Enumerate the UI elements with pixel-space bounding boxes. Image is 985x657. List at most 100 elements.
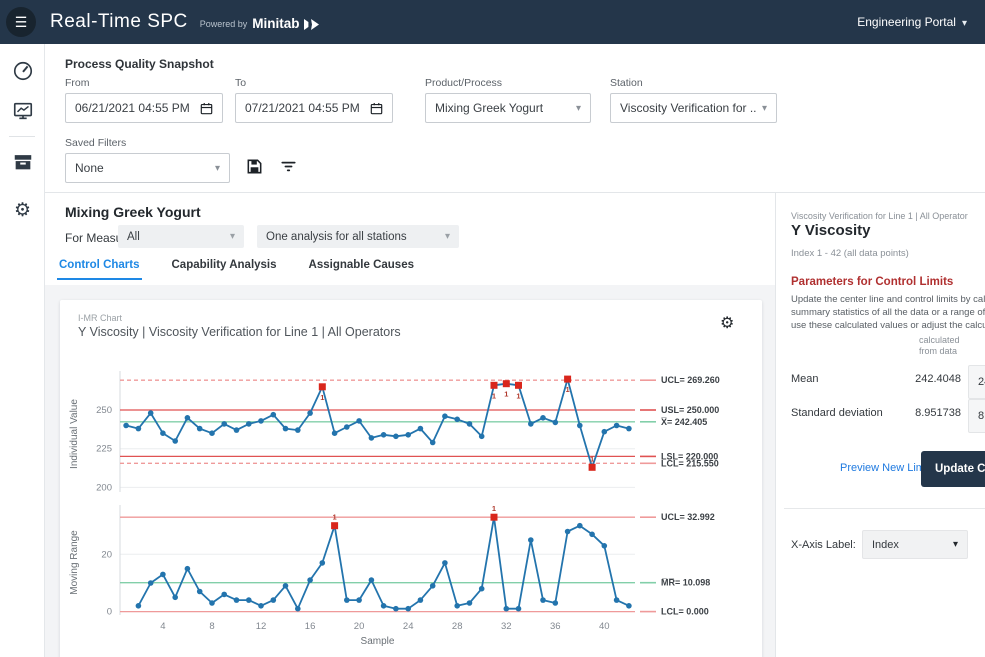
- svg-text:1: 1: [492, 504, 496, 513]
- filter-icon: [280, 158, 297, 175]
- saved-filters-value: None: [75, 161, 209, 175]
- svg-text:24: 24: [403, 621, 414, 632]
- product-process-value: Mixing Greek Yogurt: [435, 101, 570, 115]
- workspace-title: Mixing Greek Yogurt: [65, 204, 201, 220]
- chart-area-background: I-MR Chart Y Viscosity | Viscosity Verif…: [45, 285, 775, 657]
- calculated-from-data-header: calculated from data: [919, 335, 960, 357]
- gear-icon: ⚙: [14, 201, 31, 220]
- chevron-down-icon: ▾: [437, 231, 450, 242]
- product-process-select[interactable]: Mixing Greek Yogurt ▾: [425, 93, 591, 123]
- saved-filters-select[interactable]: None ▾: [65, 153, 230, 183]
- svg-text:1: 1: [590, 454, 594, 463]
- chevron-down-icon: ▾: [215, 163, 220, 174]
- mean-input[interactable]: 242.4048: [968, 365, 985, 399]
- svg-text:Moving Range: Moving Range: [69, 530, 80, 595]
- x-axis-label-select[interactable]: Index ▾: [862, 530, 968, 559]
- chart-settings-gear-icon[interactable]: ⚙: [720, 316, 734, 332]
- svg-text:4: 4: [160, 621, 165, 632]
- filter-bar: Process Quality Snapshot From 06/21/2021…: [45, 44, 985, 193]
- calendar-icon: [200, 102, 213, 115]
- save-icon: [246, 158, 263, 175]
- svg-text:Sample: Sample: [361, 636, 395, 647]
- svg-text:32: 32: [501, 621, 512, 632]
- minitab-logo-icon: [304, 19, 320, 30]
- to-label: To: [235, 77, 393, 89]
- powered-by-label: Powered by: [200, 19, 248, 29]
- x-axis-label-value: Index: [872, 539, 899, 551]
- chart-type-label: I-MR Chart: [78, 313, 122, 323]
- svg-text:M̅R̅= 10.098: M̅R̅= 10.098: [661, 578, 710, 588]
- measure-value: All: [127, 231, 140, 243]
- tab-bar: Control Charts Capability Analysis Assig…: [57, 255, 416, 280]
- params-description: Update the center line and control limit…: [791, 293, 985, 332]
- saved-filters-label: Saved Filters: [65, 137, 230, 149]
- left-icon-rail: ⚙: [0, 44, 45, 657]
- app-title: Real-Time SPC: [50, 11, 188, 33]
- from-date-input[interactable]: 06/21/2021 04:55 PM: [65, 93, 223, 123]
- svg-text:225: 225: [96, 444, 112, 455]
- sidebar-item-settings[interactable]: ⚙: [0, 195, 45, 225]
- from-label: From: [65, 77, 223, 89]
- svg-text:0: 0: [107, 607, 112, 618]
- panel-index-range: Index 1 - 42 (all data points): [791, 248, 909, 259]
- svg-text:12: 12: [256, 621, 267, 632]
- tab-capability-analysis[interactable]: Capability Analysis: [170, 255, 279, 280]
- svg-text:1: 1: [320, 393, 324, 402]
- filter-button[interactable]: [277, 155, 299, 177]
- svg-text:X̅= 242.405: X̅= 242.405: [661, 417, 707, 427]
- panel-measure-title: Y Viscosity: [791, 222, 871, 239]
- gauge-icon: [12, 60, 34, 82]
- station-select[interactable]: Viscosity Verification for ... ▾: [610, 93, 777, 123]
- svg-text:Individual Value: Individual Value: [69, 399, 80, 469]
- from-date-value: 06/21/2021 04:55 PM: [75, 101, 200, 115]
- tab-assignable-causes[interactable]: Assignable Causes: [307, 255, 416, 280]
- svg-text:8: 8: [209, 621, 214, 632]
- archive-box-icon: [12, 151, 34, 173]
- params-title: Parameters for Control Limits: [791, 276, 953, 288]
- rail-divider: [9, 136, 35, 137]
- svg-text:LCL= 215.550: LCL= 215.550: [661, 458, 719, 468]
- chevron-down-icon: ▾: [222, 231, 235, 242]
- svg-text:28: 28: [452, 621, 463, 632]
- svg-text:1: 1: [516, 391, 520, 400]
- hamburger-menu-icon[interactable]: ☰: [6, 7, 36, 37]
- mean-label: Mean: [791, 373, 819, 385]
- analysis-mode-select[interactable]: One analysis for all stations ▾: [257, 225, 459, 248]
- svg-text:20: 20: [101, 549, 112, 560]
- sidebar-item-reports[interactable]: [0, 96, 45, 126]
- svg-text:USL= 250.000: USL= 250.000: [661, 405, 719, 415]
- panel-divider: [784, 508, 985, 509]
- main-content: Mixing Greek Yogurt For Measure: All ▾ O…: [45, 193, 775, 657]
- details-panel: Viscosity Verification for Line 1 | All …: [775, 193, 985, 657]
- svg-text:1: 1: [333, 513, 337, 522]
- svg-text:250: 250: [96, 405, 112, 416]
- save-filter-button[interactable]: [243, 155, 265, 177]
- svg-text:UCL= 32.992: UCL= 32.992: [661, 512, 715, 522]
- tab-control-charts[interactable]: Control Charts: [57, 255, 142, 280]
- svg-text:1: 1: [566, 385, 570, 394]
- page-title: Process Quality Snapshot: [65, 57, 214, 71]
- moving-range-chart: 020UCL= 32.992M̅R̅= 10.098LCL= 0.0004812…: [60, 500, 762, 657]
- measure-select[interactable]: All ▾: [118, 225, 244, 248]
- to-date-value: 07/21/2021 04:55 PM: [245, 101, 370, 115]
- sidebar-item-dashboard[interactable]: [0, 56, 45, 86]
- to-date-input[interactable]: 07/21/2021 04:55 PM: [235, 93, 393, 123]
- chevron-down-icon: ▾: [576, 103, 581, 114]
- sidebar-item-archive[interactable]: [0, 147, 45, 177]
- top-navbar: ☰ Real-Time SPC Powered by Minitab Engin…: [0, 0, 985, 44]
- stdev-input[interactable]: 8.951738: [968, 399, 985, 433]
- chevron-down-icon: ▾: [762, 103, 767, 114]
- portal-name: Engineering Portal: [857, 15, 956, 29]
- svg-text:1: 1: [492, 391, 496, 400]
- x-axis-label-label: X-Axis Label:: [791, 539, 856, 551]
- stdev-label: Standard deviation: [791, 407, 883, 419]
- svg-text:40: 40: [599, 621, 610, 632]
- mean-calculated-value: 242.4048: [876, 373, 961, 385]
- analysis-mode-value: One analysis for all stations: [266, 231, 407, 243]
- svg-text:16: 16: [305, 621, 316, 632]
- chart-title: Y Viscosity | Viscosity Verification for…: [78, 325, 401, 339]
- calendar-icon: [370, 102, 383, 115]
- portal-switcher[interactable]: Engineering Portal▾: [857, 15, 967, 29]
- update-control-limits-button[interactable]: Update Control Limits: [921, 451, 985, 487]
- station-label: Station: [610, 77, 777, 89]
